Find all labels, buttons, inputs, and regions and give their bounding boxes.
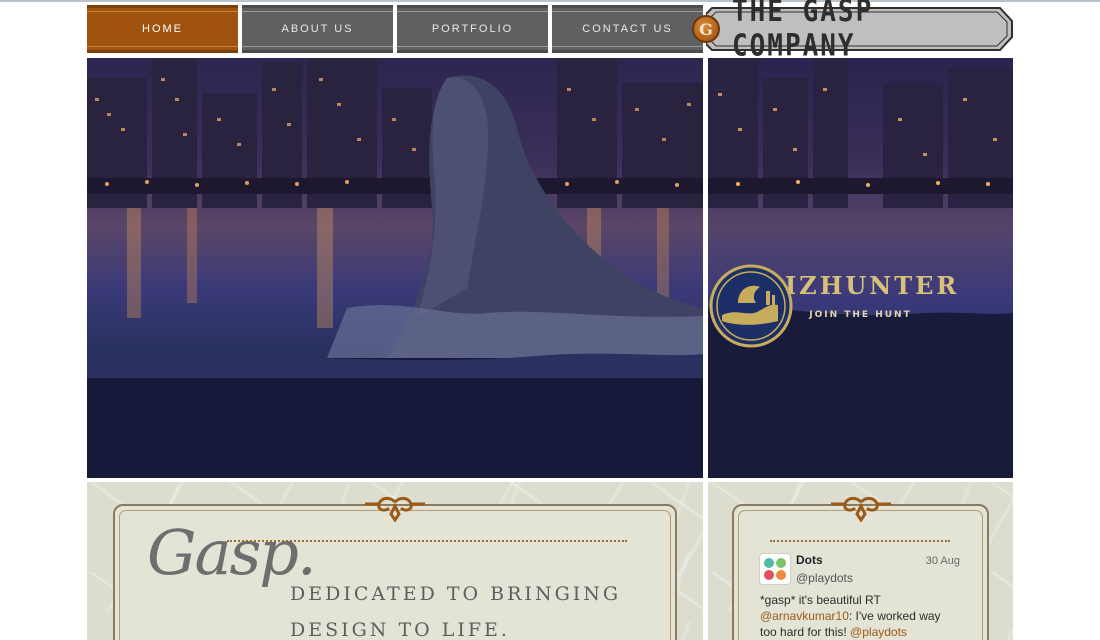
dot-teal-icon — [764, 558, 774, 568]
bizhunter-emblem-icon — [709, 264, 793, 348]
dot-red-icon — [764, 570, 774, 580]
tweet-text-start: *gasp* it's beautiful RT — [760, 593, 881, 607]
intro-tagline: DEDICATED TO BRINGING DESIGN TO LIFE. — [290, 583, 622, 640]
bizhunter-logo: BIZHUNTER JOIN THE HUNT — [708, 263, 1013, 348]
tweet-author-name[interactable]: Dots — [796, 553, 823, 567]
tweet-author-handle[interactable]: @playdots — [796, 571, 853, 585]
brand-emblem-icon: G — [692, 15, 720, 43]
city-shark-illustration — [87, 58, 703, 478]
dot-orange-icon — [776, 570, 786, 580]
nav-portfolio-button[interactable]: PORTFOLIO — [397, 5, 548, 53]
hero-banner[interactable] — [87, 58, 703, 478]
nav-home-button[interactable]: HOME — [87, 5, 238, 53]
tweet-mention-link[interactable]: @playdots — [850, 625, 907, 639]
tweet-mention-link[interactable]: @arnavkumar10 — [760, 609, 849, 623]
twitter-panel: Dots @playdots 30 Aug *gasp* it's beauti… — [708, 482, 1013, 640]
intro-panel: Gasp. DEDICATED TO BRINGING DESIGN TO LI… — [87, 482, 703, 640]
brand-name: THE GASP COMPANY — [732, 0, 874, 64]
flourish-ornament-icon — [830, 496, 891, 522]
featured-project[interactable]: BIZHUNTER JOIN THE HUNT — [708, 58, 1013, 478]
tweet-text: *gasp* it's beautiful RT @arnavkumar10: … — [760, 592, 960, 640]
tweet-date[interactable]: 30 Aug — [926, 555, 960, 567]
nav-about-button[interactable]: ABOUT US — [242, 5, 393, 53]
tweet-avatar[interactable] — [760, 554, 790, 584]
dotted-divider — [770, 540, 950, 542]
nav-contact-button[interactable]: CONTACT US — [552, 5, 703, 53]
dot-green-icon — [776, 558, 786, 568]
brand-logo[interactable]: G THE GASP COMPANY — [692, 0, 1013, 64]
flourish-ornament-icon — [365, 496, 425, 522]
